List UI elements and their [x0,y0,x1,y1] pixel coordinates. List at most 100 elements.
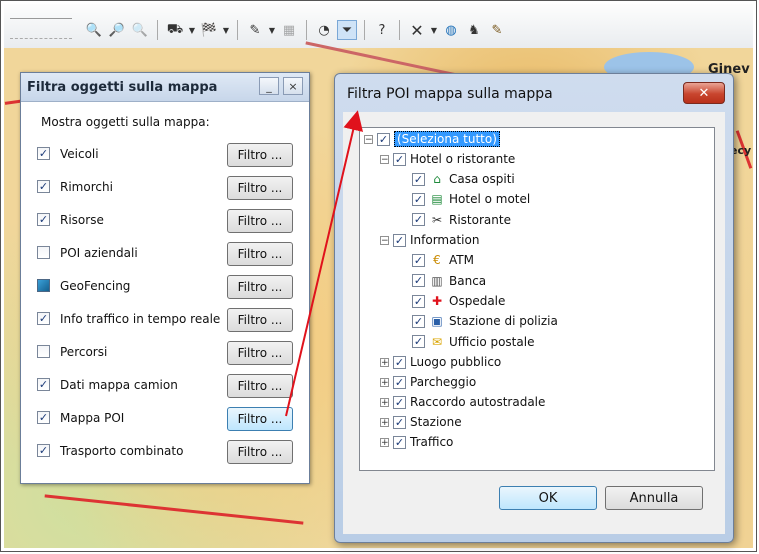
filter-checkbox[interactable]: ✓ [37,312,50,325]
pin-icon[interactable]: ✎ [487,20,507,40]
chevron-down-icon[interactable]: ▼ [430,20,438,40]
tree-item-label: Ufficio postale [449,334,535,349]
filter-icon[interactable]: ⏷ [337,20,357,40]
tree-checkbox[interactable]: ✓ [412,172,425,186]
tree-checkbox[interactable]: ✓ [393,375,406,389]
close-icon[interactable]: ✕ [407,20,427,40]
tree-checkbox[interactable]: ✓ [412,253,425,267]
toolbar: 🔍 🔎 🔍 ⛟ ▼ 🏁 ▼ ✎ ▼ ▦ ◔ ⏷ ? ✕ ▼ ◍ ♞ ✎ [4,4,753,49]
filter-button[interactable]: Filtro ... [227,308,293,332]
tree-checkbox[interactable]: ✓ [393,395,406,409]
cutlery-icon: ✂ [431,212,443,227]
tree-item-label: Stazione di polizia [449,314,558,329]
expand-icon[interactable]: + [380,397,389,407]
flag-icon[interactable]: 🏁 [199,20,219,40]
tree-group[interactable]: + ✓ Traffico [380,433,453,451]
tree-checkbox[interactable]: ✓ [412,192,425,206]
tree-checkbox[interactable]: ✓ [412,314,425,328]
tree-checkbox[interactable]: ✓ [393,233,406,247]
tree-leaf[interactable]: ✓ € ATM [412,251,474,269]
filter-row: ✓ Info traffico in tempo reale Filtro ... [37,308,297,332]
tree-checkbox[interactable]: ✓ [412,213,425,227]
filter-row: ✓ Risorse Filtro ... [37,209,297,233]
filter-button[interactable]: Filtro ... [227,341,293,365]
help-icon[interactable]: ? [372,20,392,40]
filter-checkbox[interactable]: ✓ [37,147,50,160]
edit-route-icon[interactable]: ✎ [245,20,265,40]
close-button[interactable]: ✕ [683,82,725,104]
tree-group[interactable]: + ✓ Luogo pubblico [380,353,501,371]
tree-group[interactable]: + ✓ Raccordo autostradale [380,393,545,411]
user-icon[interactable]: ♞ [464,20,484,40]
filter-button[interactable]: Filtro ... [227,242,293,266]
minimize-button[interactable]: _ [259,77,279,95]
tree-group[interactable]: − ✓ Information [380,231,479,249]
tree-checkbox[interactable]: ✓ [412,335,425,349]
poi-tree[interactable]: − ✓ (Seleziona tutto) − ✓ Hotel o ristorante ✓… [359,127,715,471]
zoom-in-icon[interactable]: 🔍 [84,20,104,40]
filter-label: Dati mappa camion [60,378,178,392]
tree-group[interactable]: − ✓ Hotel o ristorante [380,150,515,168]
filter-button[interactable]: Filtro ... [227,407,293,431]
cancel-button[interactable]: Annulla [605,486,703,510]
chevron-down-icon[interactable]: ▼ [222,20,230,40]
chevron-down-icon[interactable]: ▼ [188,20,196,40]
filter-checkbox[interactable]: ✓ [37,180,50,193]
filter-checkbox[interactable] [37,345,50,358]
toolbar-grip [10,18,72,21]
toolbar-separator [364,20,365,40]
euro-coin-icon: € [433,253,441,268]
filter-button[interactable]: Filtro ... [227,176,293,200]
tree-leaf[interactable]: ✓ ⌂ Casa ospiti [412,170,515,188]
vehicle-tool-icon[interactable]: ⛟ [165,20,185,40]
filter-checkbox[interactable]: ✓ [37,411,50,424]
filter-label: GeoFencing [60,279,131,293]
expand-icon[interactable]: + [380,357,389,367]
tree-leaf[interactable]: ✓ ✉ Ufficio postale [412,333,534,351]
tree-checkbox[interactable]: ✓ [377,132,390,146]
layers-icon[interactable]: ▦ [279,20,299,40]
tree-checkbox[interactable]: ✓ [412,294,425,308]
tree-leaf[interactable]: ✓ ✚ Ospedale [412,292,505,310]
filter-button[interactable]: Filtro ... [227,374,293,398]
close-button[interactable]: × [283,77,303,95]
filter-button[interactable]: Filtro ... [227,275,293,299]
zoom-out-icon[interactable]: 🔍 [130,20,150,40]
filter-checkbox[interactable]: ✓ [37,444,50,457]
tree-leaf[interactable]: ✓ ▥ Banca [412,272,486,290]
filter-checkbox[interactable]: ✓ [37,378,50,391]
tree-group[interactable]: + ✓ Stazione [380,413,462,431]
expand-icon[interactable]: + [380,437,389,447]
tree-checkbox[interactable]: ✓ [393,355,406,369]
expand-icon[interactable]: + [380,377,389,387]
tree-checkbox[interactable]: ✓ [412,274,425,288]
filter-button[interactable]: Filtro ... [227,143,293,167]
expand-icon[interactable]: + [380,417,389,427]
collapse-icon[interactable]: − [380,235,389,245]
tree-checkbox[interactable]: ✓ [393,415,406,429]
filter-checkbox[interactable]: ✓ [37,213,50,226]
tree-root-select-all[interactable]: − ✓ (Seleziona tutto) [364,130,500,148]
filter-row: ✓ Mappa POI Filtro ... [37,407,297,431]
tree-group[interactable]: + ✓ Parcheggio [380,373,476,391]
collapse-icon[interactable]: − [364,134,373,144]
ok-button[interactable]: OK [499,486,597,510]
collapse-icon[interactable]: − [380,154,389,164]
tree-leaf[interactable]: ✓ ✂ Ristorante [412,211,511,229]
tree-leaf[interactable]: ✓ ▤ Hotel o motel [412,190,530,208]
filter-checkbox[interactable] [37,279,50,292]
tree-checkbox[interactable]: ✓ [393,152,406,166]
zoom-area-icon[interactable]: 🔎 [107,20,127,40]
globe-icon[interactable]: ◍ [441,20,461,40]
toolbar-separator [399,20,400,40]
tree-leaf[interactable]: ✓ ▣ Stazione di polizia [412,312,558,330]
filter-button[interactable]: Filtro ... [227,440,293,464]
chevron-down-icon[interactable]: ▼ [268,20,276,40]
tree-checkbox[interactable]: ✓ [393,435,406,449]
tree-item-label: (Seleziona tutto) [394,131,500,147]
filter-label: Trasporto combinato [60,444,184,458]
speedometer-icon[interactable]: ◔ [314,20,334,40]
filter-button[interactable]: Filtro ... [227,209,293,233]
filter-label: POI aziendali [60,246,138,260]
filter-checkbox[interactable] [37,246,50,259]
